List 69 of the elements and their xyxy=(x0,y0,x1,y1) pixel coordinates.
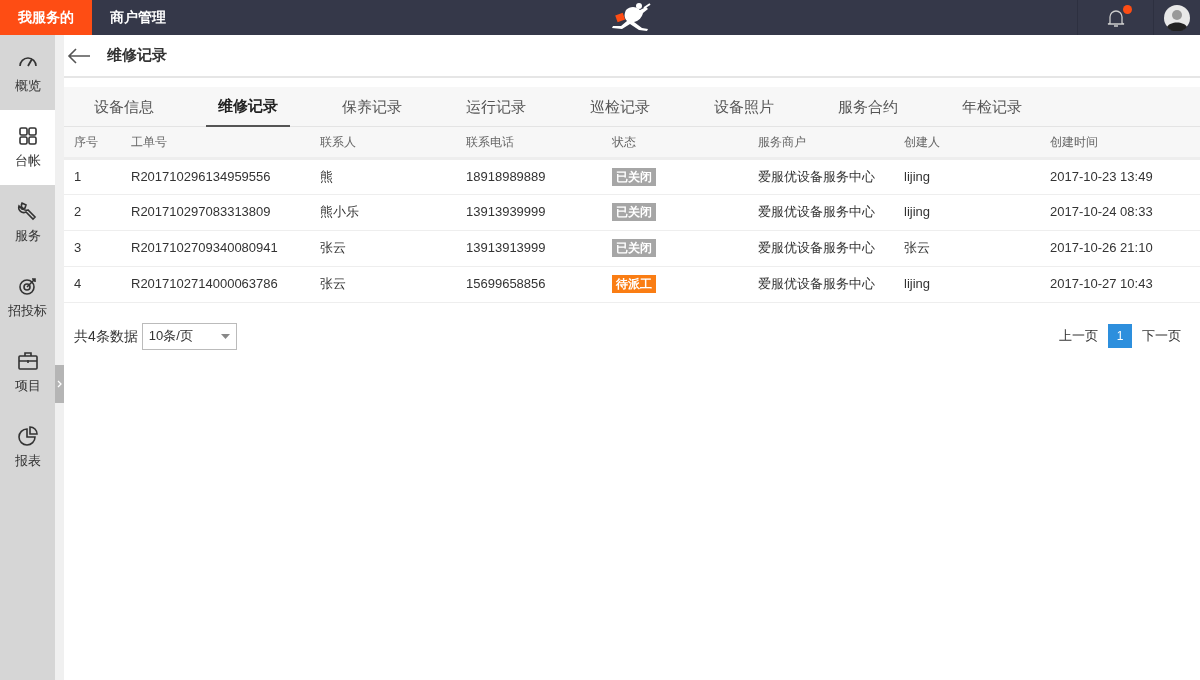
pie-chart-icon xyxy=(16,424,39,447)
table-cell: 张云 xyxy=(894,230,1040,266)
column-header: 工单号 xyxy=(121,127,310,158)
table-cell: 2017-10-24 08:33 xyxy=(1040,194,1200,230)
next-page-link[interactable]: 下一页 xyxy=(1137,326,1186,346)
tab[interactable]: 巡检记录 xyxy=(578,87,662,127)
chevron-icon xyxy=(56,380,63,388)
page-size-select[interactable]: 10条/页 xyxy=(141,322,237,350)
table-cell: 2017-10-23 13:49 xyxy=(1040,158,1200,194)
tab[interactable]: 运行记录 xyxy=(454,87,538,127)
table-cell: 2017-10-26 21:10 xyxy=(1040,230,1200,266)
table-cell: 3 xyxy=(64,230,121,266)
table-cell: 13913913999 xyxy=(456,230,602,266)
table-cell: R201710297083313809 xyxy=(121,194,310,230)
table-cell: 张云 xyxy=(310,266,456,302)
table-cell: R2017102709340080941 xyxy=(121,230,310,266)
sidebar-item[interactable]: 项目 xyxy=(0,335,55,410)
sidebar-item[interactable]: 台帐 xyxy=(0,110,55,185)
table-cell: R2017102714000063786 xyxy=(121,266,310,302)
tab[interactable]: 保养记录 xyxy=(330,87,414,127)
table-cell: 15699658856 xyxy=(456,266,602,302)
table-cell: lijing xyxy=(894,158,1040,194)
bell-icon[interactable] xyxy=(1106,7,1125,28)
sidebar-item[interactable]: 服务 xyxy=(0,185,55,260)
table-cell: 4 xyxy=(64,266,121,302)
column-header: 创建时间 xyxy=(1040,127,1200,158)
top-tab[interactable]: 商户管理 xyxy=(92,0,184,35)
status-tag: 待派工 xyxy=(612,275,656,294)
status-tag: 已关闭 xyxy=(612,203,656,222)
table-cell: 熊 xyxy=(310,158,456,194)
tab[interactable]: 年检记录 xyxy=(950,87,1034,127)
column-header: 服务商户 xyxy=(748,127,894,158)
table-cell: 张云 xyxy=(310,230,456,266)
sidebar-item[interactable]: 概览 xyxy=(0,35,55,110)
table-cell: 爱服优设备服务中心 xyxy=(748,230,894,266)
sidebar-item[interactable]: 招投标 xyxy=(0,260,55,335)
table-cell: 爱服优设备服务中心 xyxy=(748,158,894,194)
table-cell: 熊小乐 xyxy=(310,194,456,230)
tab[interactable]: 设备照片 xyxy=(702,87,786,127)
grid-icon xyxy=(16,124,39,147)
page-title: 维修记录 xyxy=(107,45,167,66)
prev-page-link[interactable]: 上一页 xyxy=(1054,326,1103,346)
column-header: 创建人 xyxy=(894,127,1040,158)
table-cell: 18918989889 xyxy=(456,158,602,194)
table-cell: 爱服优设备服务中心 xyxy=(748,266,894,302)
column-header: 联系人 xyxy=(310,127,456,158)
wrench-icon xyxy=(16,199,39,222)
caret-icon xyxy=(220,333,230,339)
table-cell: 1 xyxy=(64,158,121,194)
status-tag: 已关闭 xyxy=(612,167,656,186)
column-header: 序号 xyxy=(64,127,121,158)
briefcase-icon xyxy=(16,349,39,372)
back-arrow-icon[interactable] xyxy=(67,47,91,64)
column-header: 联系电话 xyxy=(456,127,602,158)
sidebar-item[interactable]: 报表 xyxy=(0,410,55,485)
table-cell: R201710296134959556 xyxy=(121,158,310,194)
table-cell: lijing xyxy=(894,194,1040,230)
collapse-handle[interactable] xyxy=(55,365,64,403)
tab[interactable]: 设备信息 xyxy=(82,87,166,127)
column-header: 状态 xyxy=(602,127,748,158)
table-cell: lijing xyxy=(894,266,1040,302)
status-tag: 已关闭 xyxy=(612,239,656,258)
table-cell: 2 xyxy=(64,194,121,230)
tab[interactable]: 服务合约 xyxy=(826,87,910,127)
table-cell: 2017-10-27 10:43 xyxy=(1040,266,1200,302)
avatar[interactable] xyxy=(1164,4,1190,31)
table-cell: 爱服优设备服务中心 xyxy=(748,194,894,230)
total-count: 共4条数据 xyxy=(74,326,138,346)
table-cell: 13913939999 xyxy=(456,194,602,230)
